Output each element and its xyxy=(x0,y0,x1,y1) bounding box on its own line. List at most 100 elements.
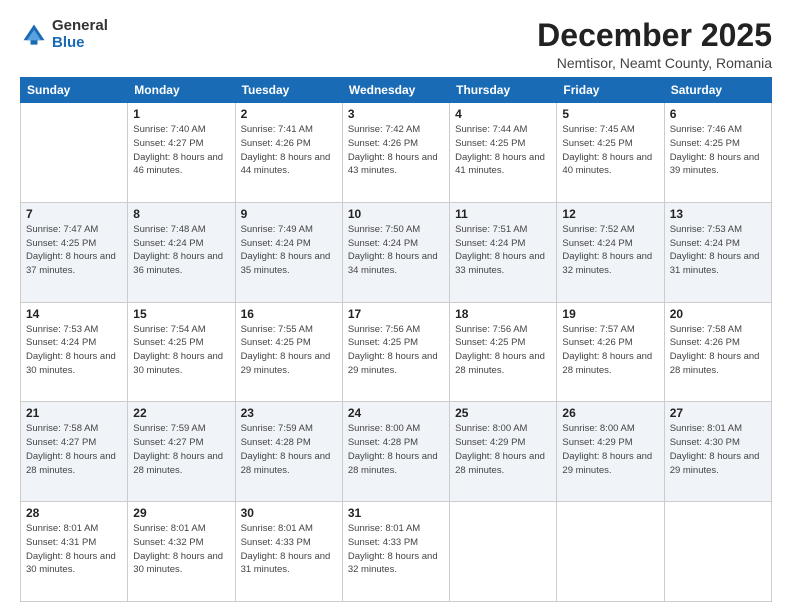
day-info: Sunrise: 7:52 AMSunset: 4:24 PMDaylight:… xyxy=(562,223,658,278)
table-row: 13 Sunrise: 7:53 AMSunset: 4:24 PMDayligh… xyxy=(664,202,771,302)
day-number: 14 xyxy=(26,307,122,321)
table-row: 28Sunrise: 8:01 AMSunset: 4:31 PMDayligh… xyxy=(21,502,128,602)
day-info: Sunrise: 7:40 AMSunset: 4:27 PMDaylight:… xyxy=(133,123,229,178)
day-info: Sunrise: 8:01 AMSunset: 4:30 PMDaylight:… xyxy=(670,422,766,477)
subtitle: Nemtisor, Neamt County, Romania xyxy=(537,55,772,71)
table-row: 31Sunrise: 8:01 AMSunset: 4:33 PMDayligh… xyxy=(342,502,449,602)
day-number: 4 xyxy=(455,107,551,121)
day-info: Sunrise: 7:59 AMSunset: 4:27 PMDaylight:… xyxy=(133,422,229,477)
day-info: Sunrise: 8:00 AMSunset: 4:29 PMDaylight:… xyxy=(455,422,551,477)
table-row: 23Sunrise: 7:59 AMSunset: 4:28 PMDayligh… xyxy=(235,402,342,502)
table-row: 3Sunrise: 7:42 AMSunset: 4:26 PMDaylight… xyxy=(342,103,449,203)
day-info: Sunrise: 7:49 AMSunset: 4:24 PMDaylight:… xyxy=(241,223,337,278)
day-number: 10 xyxy=(348,207,444,221)
table-row: 27 Sunrise: 8:01 AMSunset: 4:30 PMDayligh… xyxy=(664,402,771,502)
logo-general-text: General xyxy=(52,18,108,35)
calendar-header-row: Sunday Monday Tuesday Wednesday Thursday… xyxy=(21,78,772,103)
table-row: 22 Sunrise: 7:59 AMSunset: 4:27 PMDayligh… xyxy=(128,402,235,502)
day-number: 11 xyxy=(455,207,551,221)
day-number: 24 xyxy=(348,406,444,420)
header-friday: Friday xyxy=(557,78,664,103)
table-row: 10 Sunrise: 7:50 AMSunset: 4:24 PMDayligh… xyxy=(342,202,449,302)
day-number: 22 xyxy=(133,406,229,420)
day-number: 12 xyxy=(562,207,658,221)
table-row: 24 Sunrise: 8:00 AMSunset: 4:28 PMDayligh… xyxy=(342,402,449,502)
day-number: 13 xyxy=(670,207,766,221)
day-number: 26 xyxy=(562,406,658,420)
logo-icon xyxy=(20,21,48,49)
day-info: Sunrise: 7:53 AMSunset: 4:24 PMDaylight:… xyxy=(670,223,766,278)
day-number: 15 xyxy=(133,307,229,321)
day-info: Sunrise: 7:42 AMSunset: 4:26 PMDaylight:… xyxy=(348,123,444,178)
day-info: Sunrise: 7:57 AMSunset: 4:26 PMDaylight:… xyxy=(562,323,658,378)
table-row: 17 Sunrise: 7:56 AMSunset: 4:25 PMDayligh… xyxy=(342,302,449,402)
day-info: Sunrise: 7:48 AMSunset: 4:24 PMDaylight:… xyxy=(133,223,229,278)
day-number: 7 xyxy=(26,207,122,221)
day-info: Sunrise: 7:56 AMSunset: 4:25 PMDaylight:… xyxy=(455,323,551,378)
day-info: Sunrise: 8:00 AMSunset: 4:28 PMDaylight:… xyxy=(348,422,444,477)
table-row: 7Sunrise: 7:47 AMSunset: 4:25 PMDaylight… xyxy=(21,202,128,302)
logo: General Blue xyxy=(20,18,108,51)
table-row: 11 Sunrise: 7:51 AMSunset: 4:24 PMDayligh… xyxy=(450,202,557,302)
day-number: 27 xyxy=(670,406,766,420)
table-row: 20 Sunrise: 7:58 AMSunset: 4:26 PMDayligh… xyxy=(664,302,771,402)
table-row: 4 Sunrise: 7:44 AMSunset: 4:25 PMDaylight… xyxy=(450,103,557,203)
table-row xyxy=(664,502,771,602)
day-info: Sunrise: 7:41 AMSunset: 4:26 PMDaylight:… xyxy=(241,123,337,178)
table-row: 9 Sunrise: 7:49 AMSunset: 4:24 PMDaylight… xyxy=(235,202,342,302)
calendar-week-row: 28Sunrise: 8:01 AMSunset: 4:31 PMDayligh… xyxy=(21,502,772,602)
day-number: 30 xyxy=(241,506,337,520)
header-saturday: Saturday xyxy=(664,78,771,103)
day-info: Sunrise: 7:50 AMSunset: 4:24 PMDaylight:… xyxy=(348,223,444,278)
table-row xyxy=(450,502,557,602)
day-number: 18 xyxy=(455,307,551,321)
calendar-week-row: 21Sunrise: 7:58 AMSunset: 4:27 PMDayligh… xyxy=(21,402,772,502)
table-row: 6 Sunrise: 7:46 AMSunset: 4:25 PMDaylight… xyxy=(664,103,771,203)
day-number: 9 xyxy=(241,207,337,221)
day-number: 29 xyxy=(133,506,229,520)
day-number: 1 xyxy=(133,107,229,121)
table-row: 21Sunrise: 7:58 AMSunset: 4:27 PMDayligh… xyxy=(21,402,128,502)
day-number: 25 xyxy=(455,406,551,420)
table-row: 1 Sunrise: 7:40 AMSunset: 4:27 PMDaylight… xyxy=(128,103,235,203)
day-info: Sunrise: 7:54 AMSunset: 4:25 PMDaylight:… xyxy=(133,323,229,378)
header-monday: Monday xyxy=(128,78,235,103)
table-row xyxy=(557,502,664,602)
logo-text: General Blue xyxy=(52,18,108,51)
day-info: Sunrise: 8:00 AMSunset: 4:29 PMDaylight:… xyxy=(562,422,658,477)
day-number: 6 xyxy=(670,107,766,121)
day-number: 20 xyxy=(670,307,766,321)
table-row: 15 Sunrise: 7:54 AMSunset: 4:25 PMDayligh… xyxy=(128,302,235,402)
table-row: 30 Sunrise: 8:01 AMSunset: 4:33 PMDayligh… xyxy=(235,502,342,602)
logo-blue-text: Blue xyxy=(52,35,108,52)
day-number: 2 xyxy=(241,107,337,121)
day-number: 5 xyxy=(562,107,658,121)
day-info: Sunrise: 7:58 AMSunset: 4:26 PMDaylight:… xyxy=(670,323,766,378)
day-number: 17 xyxy=(348,307,444,321)
day-number: 23 xyxy=(241,406,337,420)
calendar-week-row: 14 Sunrise: 7:53 AMSunset: 4:24 PMDayligh… xyxy=(21,302,772,402)
header-thursday: Thursday xyxy=(450,78,557,103)
day-info: Sunrise: 7:44 AMSunset: 4:25 PMDaylight:… xyxy=(455,123,551,178)
day-info: Sunrise: 7:46 AMSunset: 4:25 PMDaylight:… xyxy=(670,123,766,178)
day-number: 8 xyxy=(133,207,229,221)
table-row: 12 Sunrise: 7:52 AMSunset: 4:24 PMDayligh… xyxy=(557,202,664,302)
day-number: 16 xyxy=(241,307,337,321)
table-row xyxy=(21,103,128,203)
day-info: Sunrise: 7:56 AMSunset: 4:25 PMDaylight:… xyxy=(348,323,444,378)
table-row: 16Sunrise: 7:55 AMSunset: 4:25 PMDayligh… xyxy=(235,302,342,402)
day-number: 19 xyxy=(562,307,658,321)
day-info: Sunrise: 7:51 AMSunset: 4:24 PMDaylight:… xyxy=(455,223,551,278)
day-info: Sunrise: 8:01 AMSunset: 4:32 PMDaylight:… xyxy=(133,522,229,577)
main-title: December 2025 xyxy=(537,18,772,53)
header-sunday: Sunday xyxy=(21,78,128,103)
table-row: 14 Sunrise: 7:53 AMSunset: 4:24 PMDayligh… xyxy=(21,302,128,402)
header-tuesday: Tuesday xyxy=(235,78,342,103)
day-info: Sunrise: 8:01 AMSunset: 4:33 PMDaylight:… xyxy=(241,522,337,577)
day-info: Sunrise: 8:01 AMSunset: 4:33 PMDaylight:… xyxy=(348,522,444,577)
table-row: 29 Sunrise: 8:01 AMSunset: 4:32 PMDayligh… xyxy=(128,502,235,602)
day-info: Sunrise: 7:53 AMSunset: 4:24 PMDaylight:… xyxy=(26,323,122,378)
table-row: 8 Sunrise: 7:48 AMSunset: 4:24 PMDaylight… xyxy=(128,202,235,302)
calendar-week-row: 7Sunrise: 7:47 AMSunset: 4:25 PMDaylight… xyxy=(21,202,772,302)
header: General Blue December 2025 Nemtisor, Nea… xyxy=(20,18,772,71)
